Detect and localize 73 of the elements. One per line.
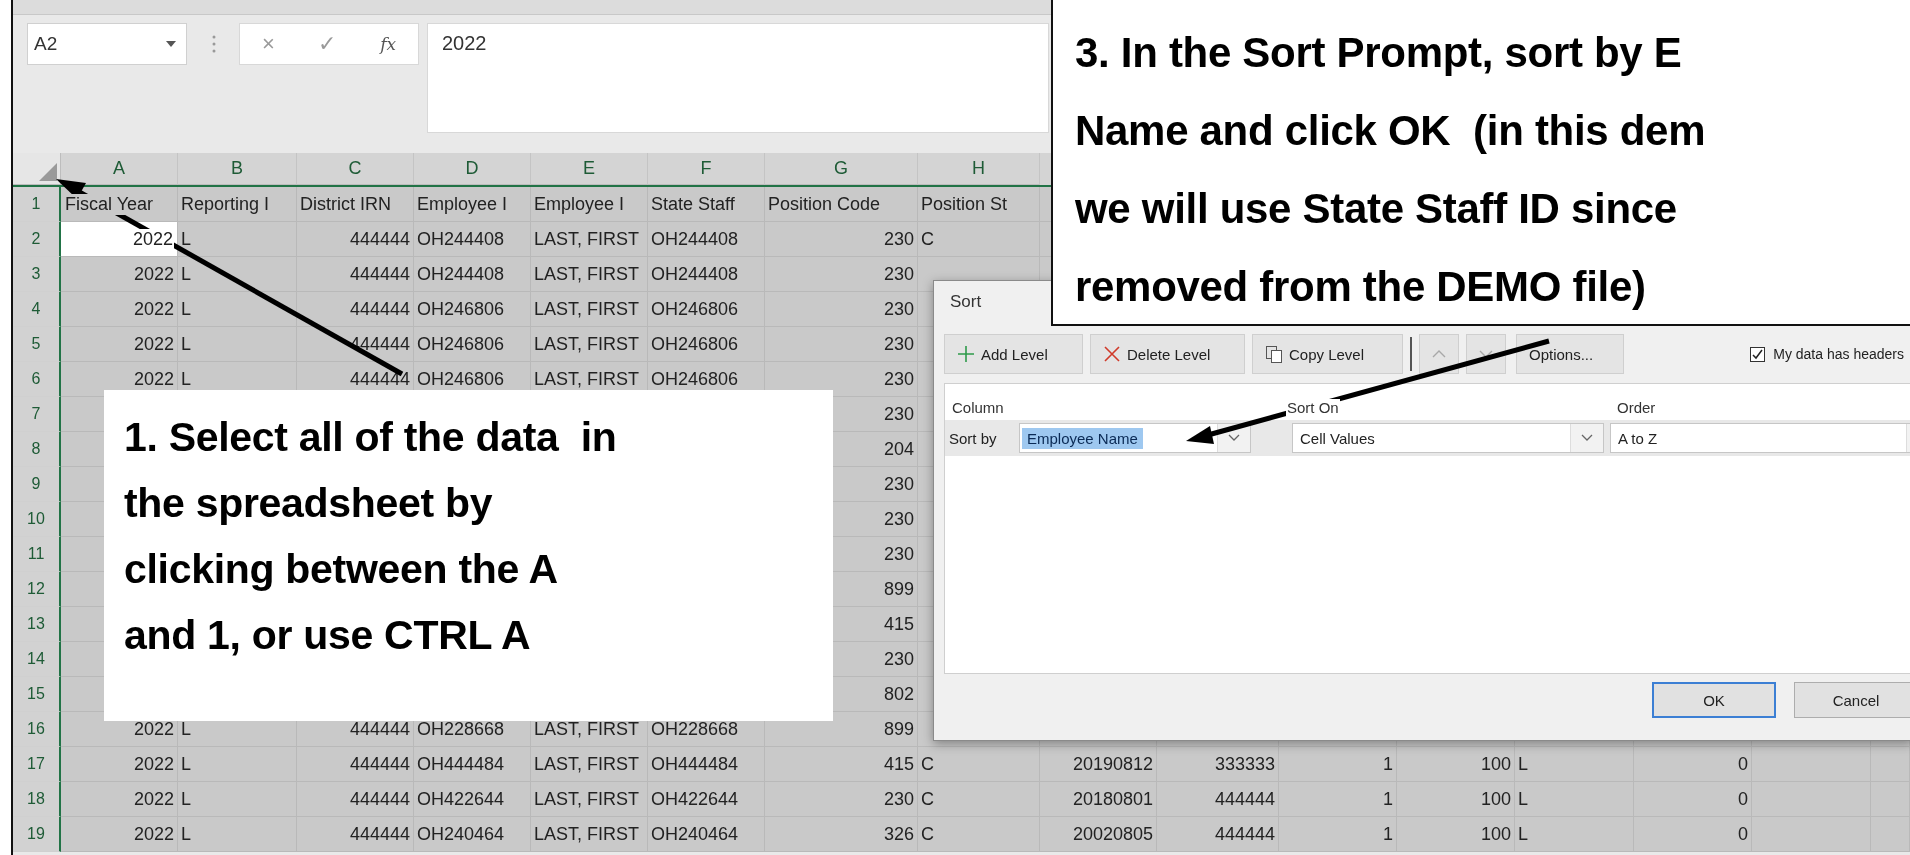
enter-button[interactable]: ✓ [318, 31, 337, 57]
table-cell: C [918, 817, 1040, 852]
table-cell: 2022 [61, 222, 178, 257]
row-header[interactable]: 12 [13, 572, 61, 607]
table-cell: 326 [765, 817, 918, 852]
copy-button[interactable]: Copy Level [1252, 334, 1403, 374]
chevron-down-icon [1479, 350, 1493, 358]
row-header[interactable]: 9 [13, 467, 61, 502]
column-heading: Order [1616, 399, 1657, 416]
chevron-down-icon[interactable] [1581, 434, 1593, 442]
dropdown[interactable]: Cell Values [1292, 423, 1604, 453]
table-cell: 0 [1634, 817, 1752, 852]
column-header[interactable]: C [297, 153, 414, 185]
table-cell: 444444 [1157, 817, 1279, 852]
name-box[interactable]: A2 [27, 23, 187, 65]
delete-button[interactable]: Delete Level [1090, 334, 1245, 374]
add-button[interactable]: Add Level [944, 334, 1083, 374]
table-cell: 2022 [61, 817, 178, 852]
insert-function-button[interactable]: fx [380, 34, 397, 54]
caret-icon[interactable] [166, 41, 176, 47]
table-cell: 20020805 [1040, 817, 1157, 852]
dialog-title: Sort [950, 292, 982, 313]
row-header[interactable]: 16 [13, 712, 61, 747]
row-header[interactable]: 8 [13, 432, 61, 467]
row-header[interactable]: 15 [13, 677, 61, 712]
column-header[interactable]: G [765, 153, 918, 185]
column-heading: Sort On [1286, 399, 1340, 416]
table-cell: 444444 [297, 817, 414, 852]
column-header[interactable]: D [414, 153, 531, 185]
row-header[interactable]: 19 [13, 817, 61, 852]
cancel-button[interactable]: × [261, 31, 275, 57]
dialog-button[interactable]: OK [1652, 682, 1776, 718]
row-header[interactable]: 7 [13, 397, 61, 432]
callout-text: 1. Select all of the data in the spreadsheet by clicking between the A and 1, or use CTRL A [104, 390, 833, 721]
column-header[interactable]: B [178, 153, 297, 185]
table-cell: OH240464 [648, 817, 765, 852]
checkbox-label[interactable]: My data has headers [1773, 346, 1904, 362]
dropdown[interactable]: A to Z [1610, 423, 1910, 453]
row-header[interactable]: 11 [13, 537, 61, 572]
table-cell: LAST, FIRST [531, 817, 648, 852]
column-header[interactable]: E [531, 153, 648, 185]
row-header[interactable]: 2 [13, 222, 61, 257]
table-cell: L [1515, 817, 1634, 852]
row-header[interactable]: 10 [13, 502, 61, 537]
table-cell: 100 [1397, 817, 1515, 852]
row-header[interactable]: 5 [13, 327, 61, 362]
row-header[interactable]: 14 [13, 642, 61, 677]
grip-icon [211, 33, 217, 55]
column-header[interactable]: F [648, 153, 765, 185]
options-button[interactable]: Options... [1516, 334, 1624, 374]
row-label: Sort by [948, 429, 998, 447]
plus-icon [957, 345, 975, 363]
callout-text: 3. In the Sort Prompt, sort by E Name and click OK (in this dem we will use State Staff ID since removed from the DEMO file) [1051, 0, 1910, 326]
close-icon [1103, 345, 1121, 363]
chevron-down-icon[interactable] [1228, 434, 1240, 442]
dialog-button[interactable]: Cancel [1794, 682, 1910, 718]
table-cell: OH240464 [414, 817, 531, 852]
row-header[interactable]: 6 [13, 362, 61, 397]
column-heading: Column [951, 399, 1005, 416]
column-header[interactable]: H [918, 153, 1040, 185]
table-cell: 1 [1279, 817, 1397, 852]
row-header[interactable]: 18 [13, 782, 61, 817]
dropdown[interactable]: Employee Name [1019, 423, 1251, 453]
checkbox[interactable] [1750, 346, 1766, 362]
table-cell: L [178, 817, 297, 852]
formula-input[interactable]: 2022 [427, 23, 1049, 133]
copy-icon [1265, 345, 1283, 363]
row-header[interactable]: 13 [13, 607, 61, 642]
row-header[interactable]: 17 [13, 747, 61, 782]
row-header[interactable]: 3 [13, 257, 61, 292]
chevron-up-icon [1432, 350, 1446, 358]
row-header[interactable]: 4 [13, 292, 61, 327]
row-header[interactable]: 1 [13, 187, 61, 222]
